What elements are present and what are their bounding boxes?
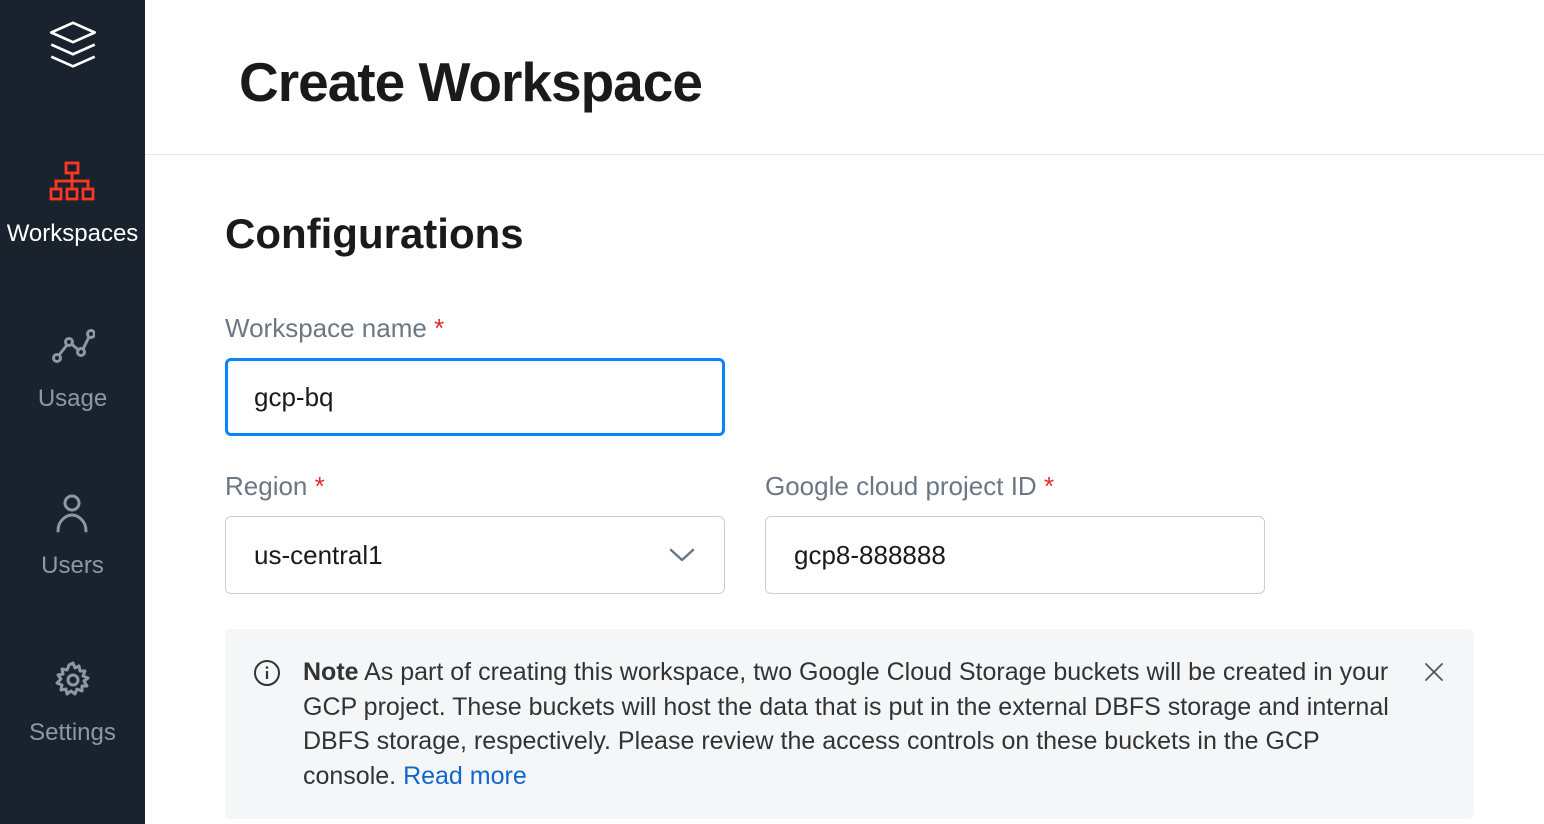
- required-asterisk: *: [1044, 471, 1054, 501]
- required-asterisk: *: [434, 313, 444, 343]
- sidebar: Workspaces Usage Users: [0, 0, 145, 824]
- users-icon: [54, 493, 90, 538]
- workspace-name-input[interactable]: [225, 358, 725, 436]
- page-title: Create Workspace: [225, 50, 1474, 114]
- close-icon[interactable]: [1422, 659, 1446, 694]
- sidebar-item-workspaces[interactable]: Workspaces: [7, 161, 139, 248]
- project-id-input[interactable]: [765, 516, 1265, 594]
- region-group: Region * us-central1: [225, 471, 725, 594]
- workspace-name-group: Workspace name *: [225, 313, 725, 436]
- gear-icon: [53, 660, 93, 705]
- region-select[interactable]: us-central1: [225, 516, 725, 594]
- project-id-label: Google cloud project ID *: [765, 471, 1265, 502]
- sidebar-item-label: Users: [41, 552, 104, 580]
- sidebar-item-label: Usage: [38, 385, 107, 413]
- sidebar-item-usage[interactable]: Usage: [38, 328, 107, 413]
- required-asterisk: *: [315, 471, 325, 501]
- sidebar-item-settings[interactable]: Settings: [29, 660, 116, 747]
- read-more-link[interactable]: Read more: [403, 762, 527, 790]
- workspace-name-label: Workspace name *: [225, 313, 725, 344]
- note-body: Note As part of creating this workspace,…: [303, 655, 1400, 793]
- sidebar-item-users[interactable]: Users: [41, 493, 104, 580]
- workspaces-icon: [49, 161, 95, 206]
- logo-icon: [44, 18, 102, 81]
- usage-icon: [51, 328, 95, 371]
- info-icon: [253, 659, 281, 697]
- region-label: Region *: [225, 471, 725, 502]
- project-id-group: Google cloud project ID *: [765, 471, 1265, 594]
- note-bold: Note: [303, 658, 359, 686]
- section-title: Configurations: [225, 210, 1474, 258]
- region-value: us-central1: [254, 540, 383, 571]
- chevron-down-icon: [668, 540, 696, 571]
- divider: [145, 154, 1544, 155]
- main-content: Create Workspace Configurations Workspac…: [145, 0, 1544, 824]
- sidebar-item-label: Settings: [29, 719, 116, 747]
- sidebar-item-label: Workspaces: [7, 220, 139, 248]
- note-block: Note As part of creating this workspace,…: [225, 629, 1474, 819]
